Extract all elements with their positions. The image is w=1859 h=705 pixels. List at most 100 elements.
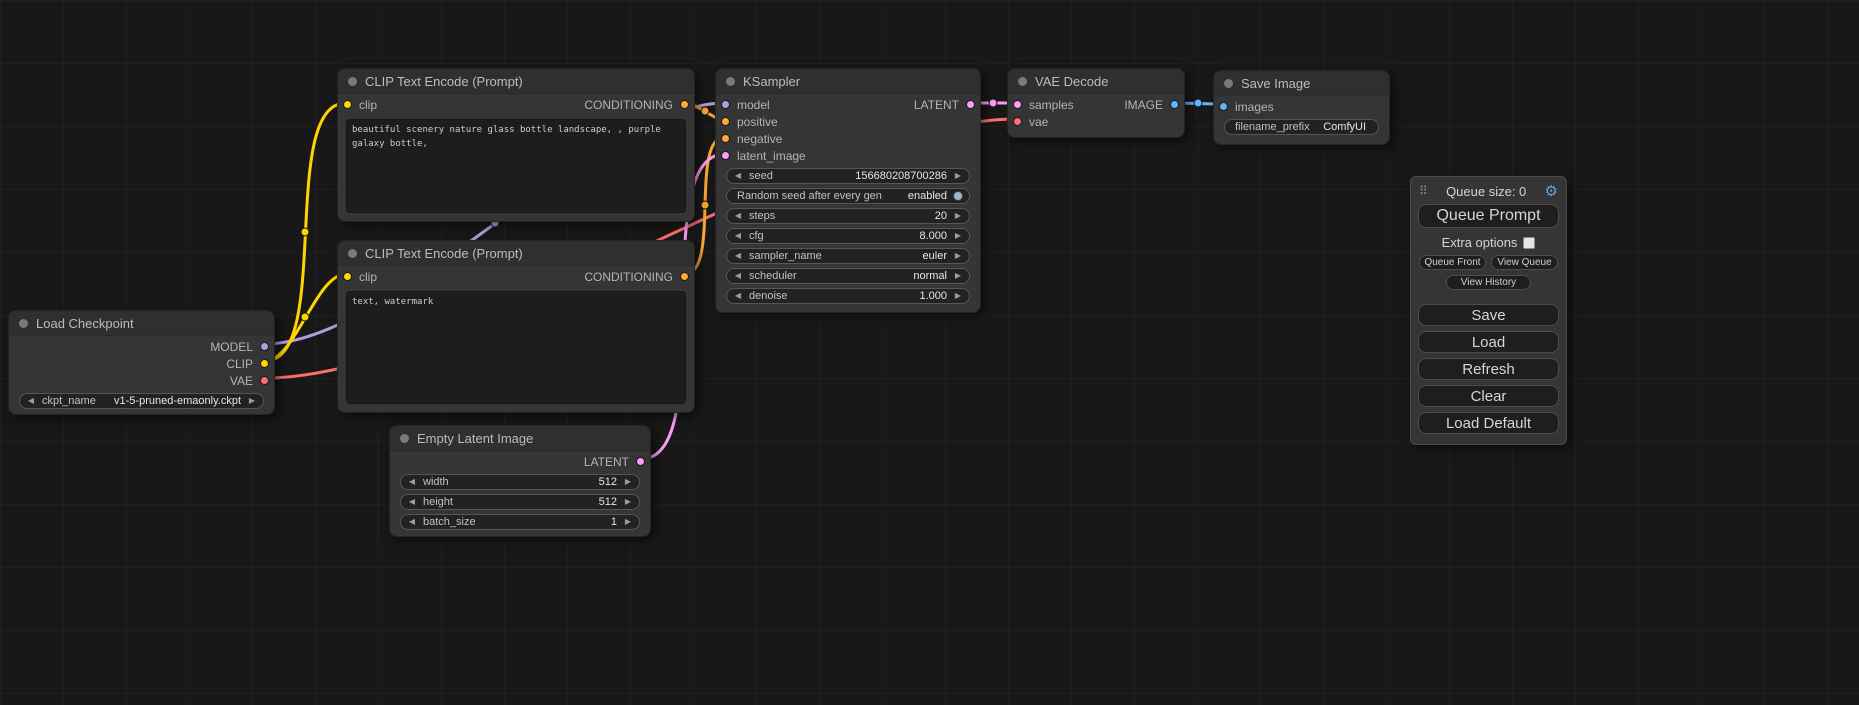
images-input-dot[interactable] <box>1219 102 1228 111</box>
model-input-slot[interactable]: model <box>716 98 770 112</box>
combo-prev-icon[interactable]: ◀ <box>407 518 417 526</box>
combo-next-icon[interactable]: ▶ <box>953 232 963 240</box>
node-load-checkpoint[interactable]: Load Checkpoint MODEL CLIP VAE <box>8 310 275 415</box>
seed-widget[interactable]: ◀ seed 156680208700286 ▶ <box>726 168 970 184</box>
positive-prompt-textarea[interactable]: beautiful scenery nature glass bottle la… <box>346 119 686 213</box>
node-titlebar[interactable]: KSampler <box>716 69 980 94</box>
latent-output-slot[interactable]: LATENT <box>584 455 650 469</box>
toggle-dot[interactable] <box>953 191 963 201</box>
steps-widget[interactable]: ◀ steps 20 ▶ <box>726 208 970 224</box>
wire-clip-positive-midpoint-dot[interactable] <box>301 228 309 236</box>
combo-prev-icon[interactable]: ◀ <box>733 272 743 280</box>
samples-input-slot[interactable]: samples <box>1008 98 1074 112</box>
drag-handle-icon[interactable]: ⠿ <box>1419 184 1428 198</box>
wire-cond-positive-midpoint-dot[interactable] <box>701 107 709 115</box>
combo-prev-icon[interactable]: ◀ <box>407 478 417 486</box>
batch-size-widget[interactable]: ◀ batch_size 1 ▶ <box>400 514 640 530</box>
conditioning-output-slot[interactable]: CONDITIONING <box>584 98 694 112</box>
model-output-dot[interactable] <box>260 342 269 351</box>
combo-next-icon[interactable]: ▶ <box>953 212 963 220</box>
collapse-dot-icon[interactable] <box>19 319 28 328</box>
node-titlebar[interactable]: VAE Decode <box>1008 69 1184 94</box>
wire-clip-negative-midpoint-dot[interactable] <box>301 313 309 321</box>
positive-input-dot[interactable] <box>721 117 730 126</box>
save-button[interactable]: Save <box>1418 304 1559 326</box>
positive-input-slot[interactable]: positive <box>716 115 778 129</box>
combo-next-icon[interactable]: ▶ <box>953 272 963 280</box>
combo-next-icon[interactable]: ▶ <box>247 397 257 405</box>
negative-input-dot[interactable] <box>721 134 730 143</box>
combo-prev-icon[interactable]: ◀ <box>733 172 743 180</box>
conditioning-output-dot[interactable] <box>680 272 689 281</box>
clip-input-slot[interactable]: clip <box>338 98 377 112</box>
latent-output-slot[interactable]: LATENT <box>914 98 980 112</box>
conditioning-output-slot[interactable]: CONDITIONING <box>584 270 694 284</box>
combo-next-icon[interactable]: ▶ <box>623 518 633 526</box>
collapse-dot-icon[interactable] <box>348 77 357 86</box>
clear-button[interactable]: Clear <box>1418 385 1559 407</box>
height-widget[interactable]: ◀ height 512 ▶ <box>400 494 640 510</box>
load-button[interactable]: Load <box>1418 331 1559 353</box>
latent-image-input-dot[interactable] <box>721 151 730 160</box>
filename-prefix-widget[interactable]: filename_prefix ComfyUI <box>1224 119 1379 135</box>
latent-output-dot[interactable] <box>966 100 975 109</box>
node-clip-text-encode-negative[interactable]: CLIP Text Encode (Prompt) clip CONDITION… <box>337 240 695 413</box>
combo-next-icon[interactable]: ▶ <box>953 292 963 300</box>
vae-output-dot[interactable] <box>260 376 269 385</box>
clip-input-slot[interactable]: clip <box>338 270 377 284</box>
combo-next-icon[interactable]: ▶ <box>953 172 963 180</box>
model-input-dot[interactable] <box>721 100 730 109</box>
queue-menu-panel[interactable]: ⠿ Queue size: 0 ⚙ Queue Prompt Extra opt… <box>1410 176 1567 445</box>
queue-front-button[interactable]: Queue Front <box>1419 255 1486 270</box>
latent-image-input-slot[interactable]: latent_image <box>716 149 806 163</box>
node-titlebar[interactable]: Load Checkpoint <box>9 311 274 336</box>
conditioning-output-dot[interactable] <box>680 100 689 109</box>
combo-prev-icon[interactable]: ◀ <box>407 498 417 506</box>
vae-input-slot[interactable]: vae <box>1008 115 1048 129</box>
node-titlebar[interactable]: Save Image <box>1214 71 1389 96</box>
clip-input-dot[interactable] <box>343 272 352 281</box>
combo-prev-icon[interactable]: ◀ <box>733 292 743 300</box>
model-output-slot[interactable]: MODEL <box>210 340 274 354</box>
clip-output-dot[interactable] <box>260 359 269 368</box>
clip-input-dot[interactable] <box>343 100 352 109</box>
combo-prev-icon[interactable]: ◀ <box>733 212 743 220</box>
node-titlebar[interactable]: CLIP Text Encode (Prompt) <box>338 69 694 94</box>
settings-gear-icon[interactable]: ⚙ <box>1545 182 1558 200</box>
combo-next-icon[interactable]: ▶ <box>953 252 963 260</box>
scheduler-widget[interactable]: ◀ scheduler normal ▶ <box>726 268 970 284</box>
load-default-button[interactable]: Load Default <box>1418 412 1559 434</box>
negative-input-slot[interactable]: negative <box>716 132 782 146</box>
combo-prev-icon[interactable]: ◀ <box>733 232 743 240</box>
view-history-button[interactable]: View History <box>1446 275 1531 290</box>
negative-prompt-textarea[interactable]: text, watermark <box>346 291 686 404</box>
collapse-dot-icon[interactable] <box>726 77 735 86</box>
vae-output-slot[interactable]: VAE <box>230 374 274 388</box>
extra-options-checkbox[interactable] <box>1523 237 1535 249</box>
random-seed-toggle-widget[interactable]: Random seed after every gen enabled <box>726 188 970 204</box>
cfg-widget[interactable]: ◀ cfg 8.000 ▶ <box>726 228 970 244</box>
wire-image-midpoint-dot[interactable] <box>1194 99 1202 107</box>
collapse-dot-icon[interactable] <box>1018 77 1027 86</box>
queue-prompt-button[interactable]: Queue Prompt <box>1418 204 1559 228</box>
collapse-dot-icon[interactable] <box>400 434 409 443</box>
node-save-image[interactable]: Save Image images filename_prefix ComfyU… <box>1213 70 1390 145</box>
combo-prev-icon[interactable]: ◀ <box>26 397 36 405</box>
wire-latent-samples-midpoint-dot[interactable] <box>989 99 997 107</box>
node-graph-canvas[interactable]: Load Checkpoint MODEL CLIP VAE <box>0 0 1859 705</box>
ckpt-name-widget[interactable]: ◀ ckpt_name v1-5-pruned-emaonly.ckpt ▶ <box>19 393 264 409</box>
refresh-button[interactable]: Refresh <box>1418 358 1559 380</box>
node-clip-text-encode-positive[interactable]: CLIP Text Encode (Prompt) clip CONDITION… <box>337 68 695 222</box>
collapse-dot-icon[interactable] <box>348 249 357 258</box>
node-empty-latent-image[interactable]: Empty Latent Image LATENT ◀ width 512 ▶ … <box>389 425 651 537</box>
sampler-name-widget[interactable]: ◀ sampler_name euler ▶ <box>726 248 970 264</box>
node-ksampler[interactable]: KSampler model LATENT positive <box>715 68 981 313</box>
samples-input-dot[interactable] <box>1013 100 1022 109</box>
combo-next-icon[interactable]: ▶ <box>623 478 633 486</box>
view-queue-button[interactable]: View Queue <box>1491 255 1558 270</box>
node-titlebar[interactable]: CLIP Text Encode (Prompt) <box>338 241 694 266</box>
node-vae-decode[interactable]: VAE Decode samples IMAGE vae <box>1007 68 1185 138</box>
image-output-dot[interactable] <box>1170 100 1179 109</box>
denoise-widget[interactable]: ◀ denoise 1.000 ▶ <box>726 288 970 304</box>
clip-output-slot[interactable]: CLIP <box>226 357 274 371</box>
